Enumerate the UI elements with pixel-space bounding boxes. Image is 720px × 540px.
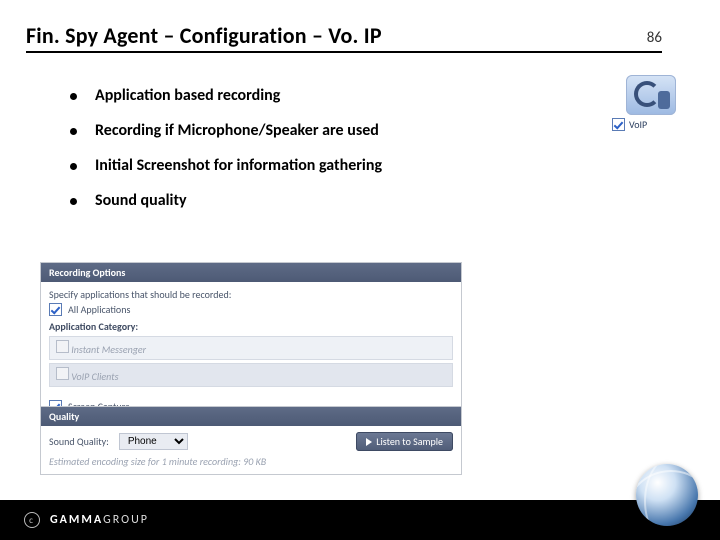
header: Fin. Spy Agent – Configuration – Vo. IP …	[26, 22, 662, 53]
brand-strong: GAMMA	[50, 513, 103, 527]
bullet-item: Recording if Microphone/Speaker are used	[70, 121, 550, 140]
bullet-text: Initial Screenshot for information gathe…	[95, 156, 382, 175]
bullet-dot-icon	[70, 198, 77, 205]
quality-panel: Quality Sound Quality: Phone Listen to S…	[40, 406, 462, 475]
voip-label-text: VoIP	[629, 118, 647, 131]
voip-icon	[626, 75, 676, 115]
listen-sample-button[interactable]: Listen to Sample	[356, 432, 453, 451]
checkbox-checked-icon	[49, 303, 62, 316]
bullet-dot-icon	[70, 163, 77, 170]
encoding-note: Estimated encoding size for 1 minute rec…	[49, 455, 453, 468]
bullet-item: Sound quality	[70, 191, 550, 210]
category-row: Instant Messenger	[49, 336, 453, 360]
listen-sample-label: Listen to Sample	[376, 435, 443, 448]
panel-header: Recording Options	[41, 263, 461, 282]
bullet-item: Application based recording	[70, 86, 550, 105]
brand-name: GAMMAGROUP	[50, 513, 149, 527]
category-row: VoIP Clients	[49, 363, 453, 387]
globe-logo-icon	[636, 464, 698, 526]
bullet-item: Initial Screenshot for information gathe…	[70, 156, 550, 175]
bullet-text: Application based recording	[95, 86, 280, 105]
slide: Fin. Spy Agent – Configuration – Vo. IP …	[0, 0, 720, 540]
sound-quality-label: Sound Quality:	[49, 435, 109, 448]
footer: c GAMMAGROUP	[0, 500, 720, 540]
spacer	[49, 390, 453, 398]
checkbox-unchecked-icon	[56, 340, 69, 353]
bullet-text: Recording if Microphone/Speaker are used	[95, 121, 379, 140]
slide-title: Fin. Spy Agent – Configuration – Vo. IP	[26, 22, 382, 49]
checkbox-checked-icon	[612, 118, 625, 131]
panel-header: Quality	[41, 407, 461, 426]
application-category-label: Application Category:	[49, 320, 453, 333]
voip-checkbox-row: VoIP	[612, 118, 690, 131]
play-icon	[366, 438, 372, 446]
all-applications-label: All Applications	[68, 303, 130, 316]
checkbox-unchecked-icon	[56, 367, 69, 380]
page-number: 86	[647, 29, 662, 47]
quality-row: Sound Quality: Phone Listen to Sample	[49, 432, 453, 451]
bullet-text: Sound quality	[95, 191, 187, 210]
panel-body: Sound Quality: Phone Listen to Sample Es…	[41, 426, 461, 474]
brand-light: GROUP	[103, 513, 149, 527]
bullet-list: Application based recording Recording if…	[30, 86, 550, 226]
copyright-icon: c	[24, 512, 40, 528]
bullet-dot-icon	[70, 93, 77, 100]
spec-line: Specify applications that should be reco…	[49, 288, 453, 301]
bullet-dot-icon	[70, 128, 77, 135]
sound-quality-select[interactable]: Phone	[119, 433, 188, 450]
voip-badge: VoIP	[612, 75, 690, 131]
category-label: VoIP Clients	[71, 370, 118, 383]
category-label: Instant Messenger	[71, 343, 146, 356]
all-applications-row: All Applications	[49, 303, 453, 316]
